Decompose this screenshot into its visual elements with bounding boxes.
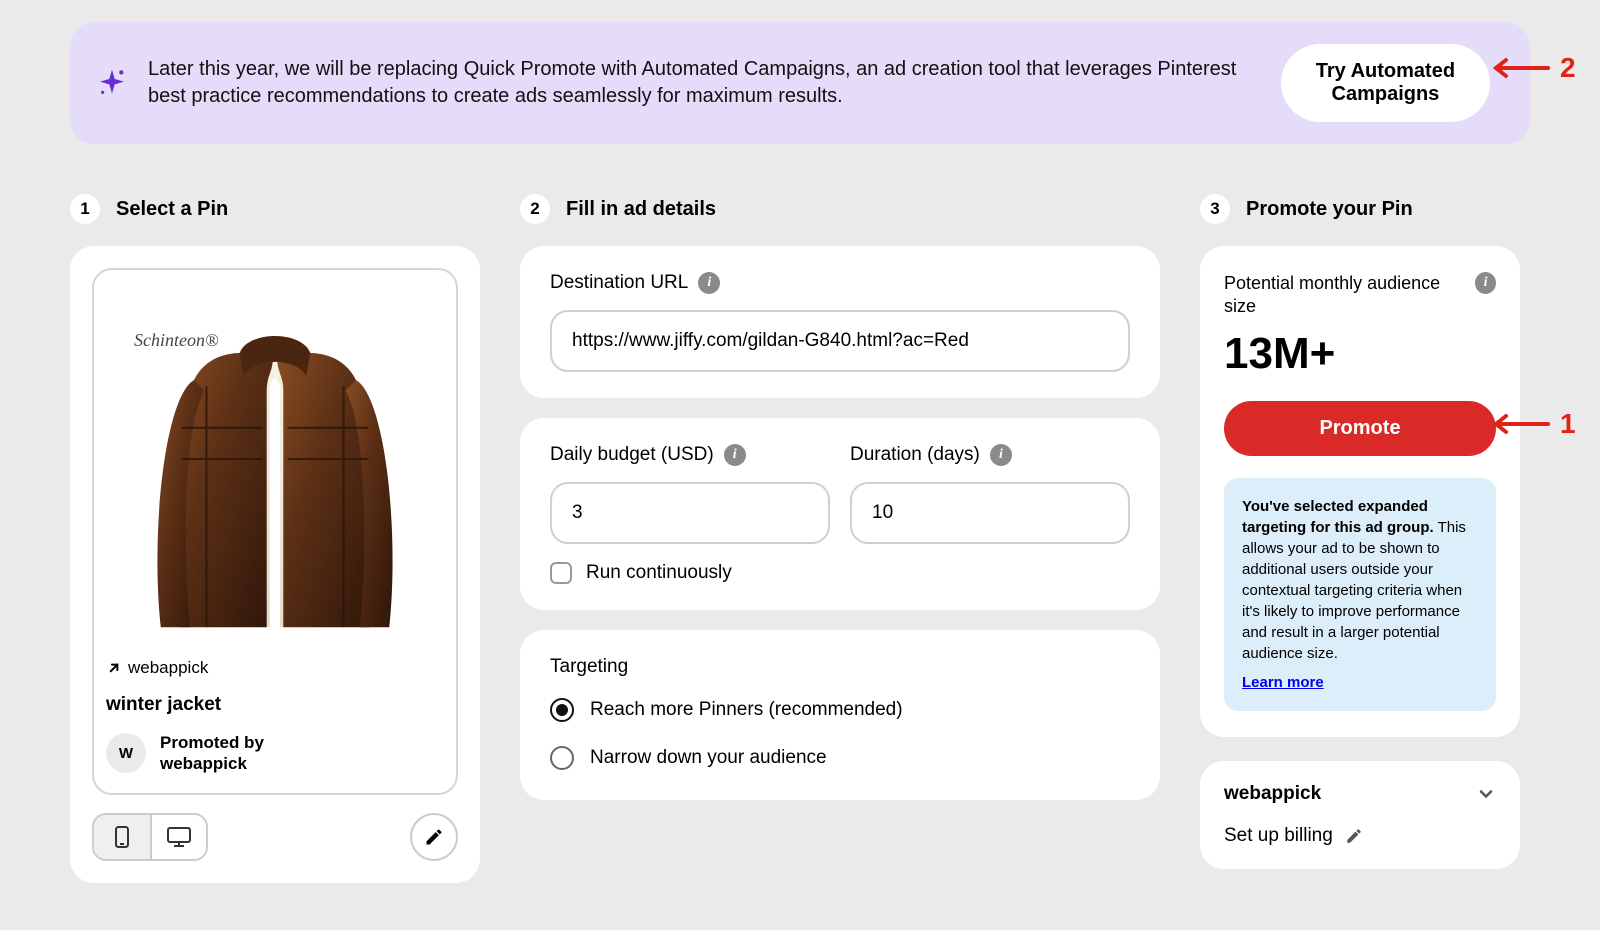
- destination-url-label: Destination URL: [550, 272, 688, 294]
- destination-url-card: Destination URL i: [520, 246, 1160, 398]
- budget-duration-card: Daily budget (USD) i Duration (days) i R…: [520, 418, 1160, 610]
- step-3-title: Promote your Pin: [1246, 198, 1413, 221]
- duration-input[interactable]: [850, 482, 1130, 544]
- desktop-preview-button[interactable]: [150, 815, 206, 859]
- daily-budget-input[interactable]: [550, 482, 830, 544]
- step-3-number: 3: [1200, 194, 1230, 224]
- promote-card: Potential monthly audience size i 13M+ P…: [1200, 246, 1520, 737]
- step-3-column: 3 Promote your Pin Potential monthly aud…: [1200, 194, 1520, 883]
- annotation-number-2: 2: [1560, 52, 1576, 84]
- mobile-preview-button[interactable]: [94, 815, 150, 859]
- notice-bold: You've selected expanded targeting for t…: [1242, 498, 1434, 536]
- device-preview-toggle: [92, 813, 208, 861]
- step-2-column: 2 Fill in ad details Destination URL i D…: [520, 194, 1160, 883]
- info-icon[interactable]: i: [1475, 272, 1496, 294]
- targeting-title: Targeting: [550, 656, 1130, 678]
- run-continuously-label: Run continuously: [586, 562, 732, 584]
- step-1-title: Select a Pin: [116, 198, 228, 221]
- annotation-number-1: 1: [1560, 408, 1576, 440]
- announcement-text: Later this year, we will be replacing Qu…: [148, 56, 1261, 110]
- edit-pin-button[interactable]: [410, 813, 458, 861]
- info-icon[interactable]: i: [990, 444, 1012, 466]
- duration-label: Duration (days): [850, 444, 980, 466]
- promoted-by: Promoted by webappick: [160, 732, 264, 775]
- step-1-number: 1: [70, 194, 100, 224]
- run-continuously-checkbox[interactable]: [550, 562, 572, 584]
- billing-account-name: webappick: [1224, 783, 1321, 805]
- audience-size-value: 13M+: [1224, 329, 1496, 379]
- radio-selected-icon: [550, 698, 574, 722]
- sparkle-icon: [96, 67, 128, 99]
- promote-button[interactable]: Promote: [1224, 401, 1496, 456]
- run-continuously-row[interactable]: Run continuously: [550, 562, 1130, 584]
- arrow-left-icon: [1490, 56, 1550, 80]
- pin-title: winter jacket: [106, 694, 444, 716]
- pin-domain-row: webappick: [106, 658, 444, 678]
- targeting-option-2-label: Narrow down your audience: [590, 747, 827, 769]
- step-2-title: Fill in ad details: [566, 198, 716, 221]
- step-1-column: 1 Select a Pin Schinteon®: [70, 194, 480, 883]
- targeting-option-narrow[interactable]: Narrow down your audience: [550, 746, 1130, 770]
- targeting-card: Targeting Reach more Pinners (recommende…: [520, 630, 1160, 800]
- info-icon[interactable]: i: [698, 272, 720, 294]
- expanded-targeting-notice: You've selected expanded targeting for t…: [1224, 478, 1496, 711]
- set-up-billing-label: Set up billing: [1224, 825, 1333, 847]
- billing-card: webappick Set up billing: [1200, 761, 1520, 869]
- radio-unselected-icon: [550, 746, 574, 770]
- announcement-banner: Later this year, we will be replacing Qu…: [70, 22, 1530, 144]
- external-link-icon: [106, 660, 122, 676]
- annotation-pointer-1: 1: [1490, 408, 1576, 440]
- targeting-option-reach-more[interactable]: Reach more Pinners (recommended): [550, 698, 1130, 722]
- destination-url-input[interactable]: [550, 310, 1130, 372]
- jacket-illustration: [140, 324, 410, 636]
- try-automated-campaigns-button[interactable]: Try Automated Campaigns: [1281, 44, 1490, 122]
- step-2-number: 2: [520, 194, 550, 224]
- promoted-by-name: webappick: [160, 754, 247, 773]
- promoter-avatar: W: [106, 733, 146, 773]
- pin-image: Schinteon®: [106, 282, 444, 642]
- promoted-by-label: Promoted by: [160, 733, 264, 752]
- info-icon[interactable]: i: [724, 444, 746, 466]
- chevron-down-icon[interactable]: [1476, 784, 1496, 804]
- learn-more-link[interactable]: Learn more: [1242, 672, 1324, 693]
- pin-domain-text: webappick: [128, 658, 208, 678]
- arrow-left-icon: [1490, 412, 1550, 436]
- notice-rest: This allows your ad to be shown to addit…: [1242, 519, 1466, 662]
- pencil-icon[interactable]: [1345, 827, 1363, 845]
- audience-size-label: Potential monthly audience size: [1224, 272, 1465, 319]
- annotation-pointer-2: 2: [1490, 52, 1576, 84]
- targeting-option-1-label: Reach more Pinners (recommended): [590, 699, 903, 721]
- pin-preview[interactable]: Schinteon®: [92, 268, 458, 795]
- pin-preview-card: Schinteon®: [70, 246, 480, 883]
- daily-budget-label: Daily budget (USD): [550, 444, 714, 466]
